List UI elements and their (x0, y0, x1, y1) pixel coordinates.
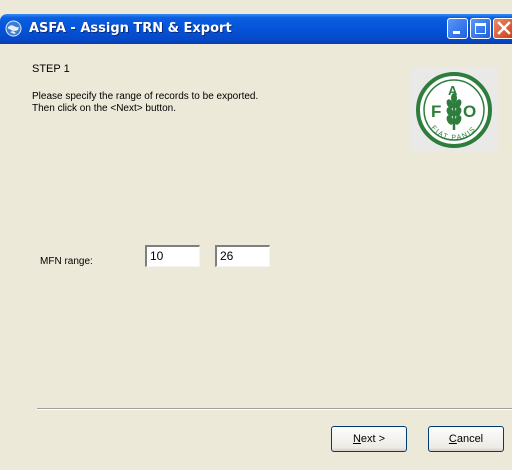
maximize-button[interactable] (470, 18, 491, 39)
minimize-button[interactable] (447, 18, 468, 39)
next-button[interactable]: Next > (331, 426, 407, 452)
mfn-from-input[interactable]: 10 (145, 245, 200, 267)
fao-logo: F A O FIAT PANIS (410, 68, 498, 152)
title-bar[interactable]: ASFA - Assign TRN & Export (0, 14, 512, 44)
step-label: STEP 1 (32, 63, 70, 75)
divider (37, 408, 512, 410)
cancel-button[interactable]: Cancel (428, 426, 504, 452)
app-globe-icon (5, 20, 22, 37)
close-button[interactable] (493, 18, 512, 39)
minimize-icon (453, 31, 460, 34)
window-title: ASFA - Assign TRN & Export (29, 21, 232, 36)
next-button-label: Next > (352, 433, 386, 445)
maximize-icon (475, 23, 486, 34)
mfn-range-label: MFN range: (40, 256, 93, 267)
fao-emblem-icon: F A O FIAT PANIS (416, 72, 492, 148)
instruction-line-1: Please specify the range of records to b… (32, 91, 259, 102)
mfn-to-input[interactable]: 26 (215, 245, 270, 267)
cancel-button-label: Cancel (448, 433, 484, 445)
logo-letter-o: O (463, 102, 476, 121)
logo-letter-f: F (431, 102, 441, 121)
close-icon (497, 21, 511, 35)
dialog-window: ASFA - Assign TRN & Export STEP 1 Please… (0, 0, 512, 470)
instruction-line-2: Then click on the <Next> button. (32, 103, 176, 114)
logo-letter-a: A (448, 83, 458, 98)
dialog-body: STEP 1 Please specify the range of recor… (0, 44, 512, 470)
